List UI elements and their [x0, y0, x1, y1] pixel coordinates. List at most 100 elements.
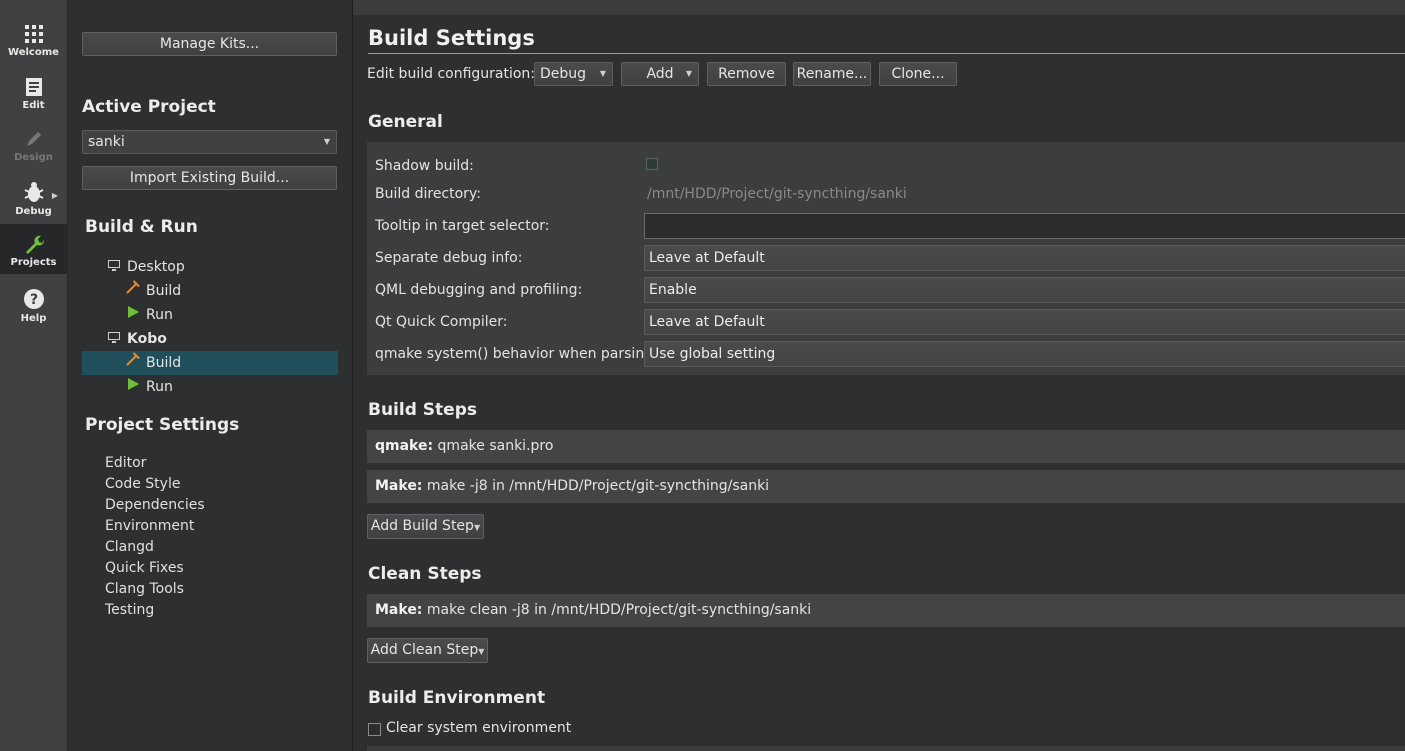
- dropdown-caret-icon: ▼: [478, 647, 485, 656]
- tree-item-kobo-run-label: Run: [146, 379, 173, 395]
- shadow-build-checkbox[interactable]: [646, 158, 658, 170]
- dropdown-caret-icon: ▼: [473, 523, 481, 532]
- document-icon: [25, 78, 42, 96]
- clean-step-make-name: Make:: [375, 602, 423, 618]
- tree-item-kobo-build-label: Build: [146, 355, 182, 371]
- remove-config-button[interactable]: Remove: [707, 62, 786, 86]
- settings-item-editor[interactable]: Editor: [105, 453, 146, 474]
- project-settings-heading: Project Settings: [85, 415, 240, 435]
- separate-debug-label: Separate debug info:: [375, 250, 523, 266]
- mode-design[interactable]: Design: [0, 127, 67, 177]
- settings-item-dependencies[interactable]: Dependencies: [105, 495, 205, 516]
- qmake-behavior-select[interactable]: Use global setting: [644, 341, 1405, 367]
- active-project-value: sanki: [88, 134, 125, 150]
- qt-quick-compiler-label: Qt Quick Compiler:: [375, 314, 508, 330]
- settings-item-clang-tools[interactable]: Clang Tools: [105, 579, 184, 600]
- build-step-make-summary: make -j8 in /mnt/HDD/Project/git-syncthi…: [426, 478, 770, 494]
- build-settings-panel: Build Settings Edit build configuration:…: [353, 0, 1405, 751]
- mode-projects[interactable]: Projects: [0, 224, 67, 274]
- navigation-pane: Manage Kits... Active Project sanki ▼ Im…: [68, 0, 353, 751]
- settings-item-clangd[interactable]: Clangd: [105, 537, 154, 558]
- build-step-qmake-name: qmake:: [375, 438, 434, 454]
- page-title: Build Settings: [368, 26, 535, 50]
- tree-item-kobo-build[interactable]: Build: [124, 351, 181, 375]
- tooltip-input[interactable]: [644, 213, 1405, 239]
- monitor-icon: [105, 327, 123, 351]
- add-config-button[interactable]: Add ▼: [621, 62, 699, 86]
- tree-item-kobo-run[interactable]: Run: [124, 375, 173, 399]
- help-icon: ?: [23, 289, 44, 309]
- clone-config-button[interactable]: Clone...: [879, 62, 957, 86]
- build-steps-heading: Build Steps: [368, 400, 477, 420]
- dropdown-caret-icon: ▼: [323, 137, 330, 146]
- mode-help[interactable]: ? Help: [0, 286, 67, 336]
- tooltip-label: Tooltip in target selector:: [375, 218, 550, 234]
- environment-panel-top: [367, 746, 1405, 751]
- tree-item-desktop-build[interactable]: Build: [124, 279, 181, 303]
- bug-icon: [24, 182, 43, 202]
- tree-item-desktop[interactable]: Desktop: [105, 255, 185, 279]
- svg-text:?: ?: [29, 292, 37, 308]
- qt-quick-compiler-select[interactable]: Leave at Default: [644, 309, 1405, 335]
- active-project-heading: Active Project: [82, 97, 216, 117]
- add-clean-step-button[interactable]: Add Clean Step▼: [367, 638, 488, 663]
- dropdown-caret-icon: ▼: [599, 69, 606, 78]
- settings-item-testing[interactable]: Testing: [105, 600, 154, 621]
- run-icon: [124, 303, 142, 327]
- hammer-icon: [124, 279, 142, 303]
- edit-config-label: Edit build configuration:: [367, 66, 536, 82]
- mode-edit-label: Edit: [22, 100, 45, 111]
- tree-selection-highlight: [82, 351, 338, 375]
- dropdown-caret-icon: ▼: [685, 69, 692, 78]
- mode-debug[interactable]: Debug ▶: [0, 179, 67, 229]
- hammer-icon: [124, 351, 142, 375]
- tree-item-desktop-label: Desktop: [127, 259, 185, 275]
- add-build-step-button[interactable]: Add Build Step▼: [367, 514, 484, 539]
- add-config-label: Add: [646, 66, 674, 82]
- build-config-value: Debug: [540, 66, 587, 82]
- settings-item-code-style[interactable]: Code Style: [105, 474, 180, 495]
- build-run-heading: Build & Run: [85, 217, 198, 237]
- manage-kits-button[interactable]: Manage Kits...: [82, 32, 337, 56]
- settings-item-quick-fixes[interactable]: Quick Fixes: [105, 558, 184, 579]
- clear-environment-label: Clear system environment: [386, 720, 572, 736]
- pencil-icon: [26, 132, 41, 146]
- clean-steps-heading: Clean Steps: [368, 564, 482, 584]
- tree-item-desktop-run[interactable]: Run: [124, 303, 173, 327]
- import-existing-build-button[interactable]: Import Existing Build...: [82, 166, 337, 190]
- separate-debug-select[interactable]: Leave at Default: [644, 245, 1405, 271]
- active-project-select[interactable]: sanki ▼: [82, 130, 337, 154]
- rename-config-button[interactable]: Rename...: [793, 62, 871, 86]
- build-step-qmake-summary: qmake sanki.pro: [437, 438, 554, 454]
- clean-step-make[interactable]: Make: make clean -j8 in /mnt/HDD/Project…: [367, 594, 1405, 627]
- submenu-arrow-icon: ▶: [51, 191, 58, 200]
- shadow-build-label: Shadow build:: [375, 158, 474, 174]
- run-icon: [124, 375, 142, 399]
- mode-debug-label: Debug: [15, 206, 52, 217]
- clear-environment-checkbox[interactable]: [368, 723, 381, 736]
- build-step-qmake[interactable]: qmake: qmake sanki.pro: [367, 430, 1405, 463]
- build-step-make-name: Make:: [375, 478, 423, 494]
- general-panel: Shadow build: Build directory: /mnt/HDD/…: [367, 142, 1405, 375]
- mode-edit[interactable]: Edit: [0, 75, 67, 125]
- add-build-step-label: Add Build Step: [370, 518, 474, 534]
- build-directory-label: Build directory:: [375, 186, 481, 202]
- tree-item-kobo-label: Kobo: [127, 331, 167, 347]
- mode-design-label: Design: [14, 152, 53, 163]
- build-environment-heading: Build Environment: [368, 688, 546, 708]
- general-heading: General: [368, 112, 443, 132]
- mode-help-label: Help: [20, 313, 47, 324]
- tree-item-desktop-run-label: Run: [146, 307, 173, 323]
- build-step-make[interactable]: Make: make -j8 in /mnt/HDD/Project/git-s…: [367, 470, 1405, 503]
- mode-projects-label: Projects: [10, 257, 57, 268]
- mode-welcome[interactable]: Welcome: [0, 22, 67, 72]
- qmake-behavior-label: qmake system() behavior when parsing:: [375, 346, 658, 362]
- title-divider: [368, 53, 1405, 54]
- mode-bar: Welcome Edit Design Debug ▶ Projects ? H…: [0, 0, 68, 751]
- tree-item-kobo[interactable]: Kobo: [105, 327, 167, 351]
- build-config-select[interactable]: Debug ▼: [534, 62, 613, 86]
- settings-item-environment[interactable]: Environment: [105, 516, 194, 537]
- grid-icon: [24, 25, 43, 43]
- qml-debugging-select[interactable]: Enable: [644, 277, 1405, 303]
- tree-item-desktop-build-label: Build: [146, 283, 182, 299]
